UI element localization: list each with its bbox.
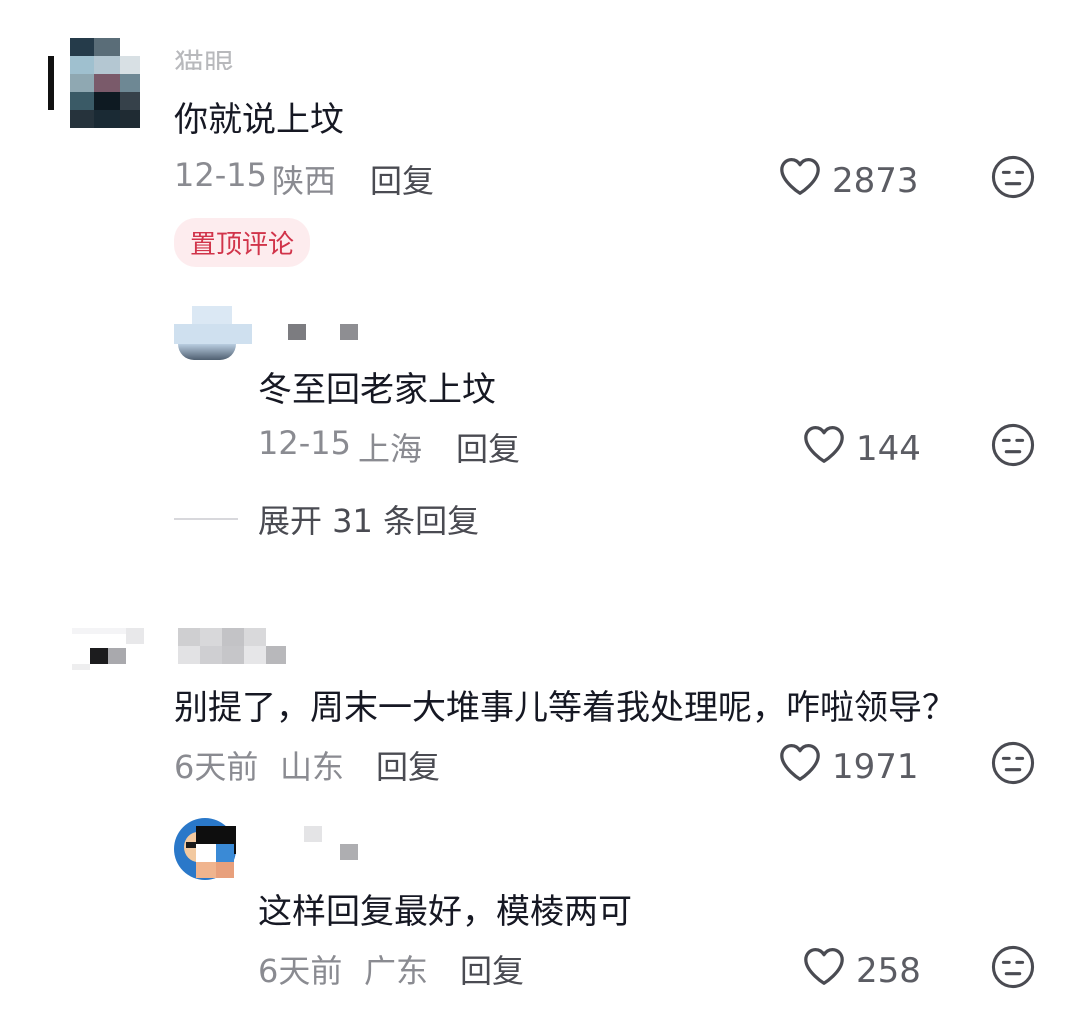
username-redacted[interactable] <box>288 324 306 340</box>
comment-date: 12-15 <box>174 156 267 194</box>
heart-outline-icon <box>778 742 822 791</box>
like-button[interactable]: 2873 <box>778 156 919 205</box>
pinned-badge: 置顶评论 <box>174 218 311 267</box>
comment-location: 山东 <box>280 748 345 786</box>
username-redacted[interactable] <box>304 826 322 842</box>
comment-location: 陕西 <box>272 162 337 200</box>
like-count: 258 <box>856 950 921 991</box>
heart-outline-icon <box>802 424 846 473</box>
comment-username[interactable]: 猫眼 <box>174 40 234 70</box>
expand-replies-label: 展开 31 条回复 <box>258 502 480 540</box>
avatar[interactable] <box>48 38 148 128</box>
reply-button[interactable]: 回复 <box>460 946 524 992</box>
like-button[interactable]: 258 <box>802 946 921 995</box>
like-count: 1971 <box>832 746 919 787</box>
reply-location: 上海 <box>358 430 423 468</box>
like-button[interactable]: 1971 <box>778 742 919 791</box>
dislike-button[interactable] <box>990 740 1036 790</box>
divider <box>174 518 238 520</box>
reply-date: 6天前 <box>258 952 343 990</box>
reply-button[interactable]: 回复 <box>376 742 440 788</box>
neutral-face-icon <box>990 945 1036 994</box>
avatar[interactable] <box>72 628 146 670</box>
reply-button[interactable]: 回复 <box>456 424 520 470</box>
comment-content: 你就说上坟 <box>174 100 344 140</box>
neutral-face-icon <box>990 423 1036 472</box>
username-redacted <box>340 324 358 340</box>
like-count: 2873 <box>832 160 919 201</box>
dislike-button[interactable] <box>990 422 1036 472</box>
like-count: 144 <box>856 428 921 469</box>
heart-outline-icon <box>778 156 822 205</box>
expand-replies-button[interactable]: 展开 31 条回复 <box>174 496 479 542</box>
username-redacted <box>340 844 358 860</box>
username-redacted[interactable] <box>178 628 288 666</box>
reply-location: 广东 <box>364 952 429 990</box>
dislike-button[interactable] <box>990 944 1036 994</box>
heart-outline-icon <box>802 946 846 995</box>
neutral-face-icon <box>990 155 1036 204</box>
dislike-button[interactable] <box>990 154 1036 204</box>
reply-content: 这样回复最好，模棱两可 <box>258 892 632 932</box>
reply-button[interactable]: 回复 <box>370 156 434 202</box>
reply-content: 冬至回老家上坟 <box>258 370 496 410</box>
reply-date: 12-15 <box>258 424 351 462</box>
avatar[interactable] <box>174 306 252 360</box>
neutral-face-icon <box>990 741 1036 790</box>
comment-content: 别提了，周末一大堆事儿等着我处理呢，咋啦领导？ <box>174 688 956 728</box>
like-button[interactable]: 144 <box>802 424 921 473</box>
comment-date: 6天前 <box>174 748 259 786</box>
avatar[interactable] <box>174 818 252 882</box>
